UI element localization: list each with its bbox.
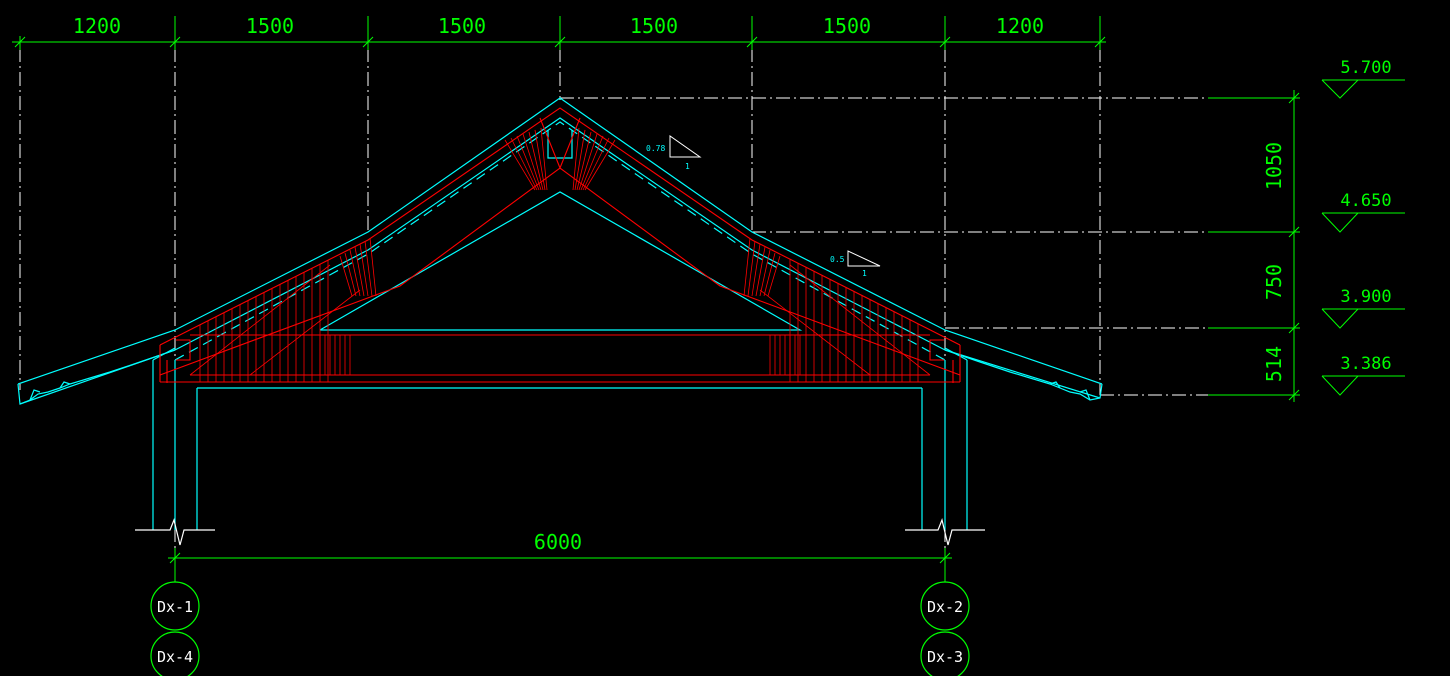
level-4650: 4.650 — [1340, 191, 1391, 211]
grid-label-dx2: Dx-2 — [927, 598, 963, 616]
level-3900: 3.900 — [1340, 287, 1391, 307]
dim-1500-4: 1500 — [823, 14, 871, 38]
grid-label-dx4: Dx-4 — [157, 648, 193, 666]
grid-bubbles — [150, 581, 970, 676]
dim-1200-right: 1200 — [996, 14, 1044, 38]
grid-label-dx3: Dx-3 — [927, 648, 963, 666]
hatch-line — [582, 137, 610, 191]
slope-upper-run: 1 — [685, 162, 690, 171]
dim-1500-1: 1500 — [246, 14, 294, 38]
level-labels: 5.700 4.650 3.900 3.386 — [1340, 58, 1391, 374]
dim-6000: 6000 — [534, 530, 582, 554]
height-1050: 1050 — [1262, 142, 1286, 190]
grid-labels: Dx-1 Dx-4 Dx-2 Dx-3 — [157, 598, 963, 666]
hatch-line — [574, 129, 586, 191]
rafter-hatching — [189, 127, 931, 382]
height-514: 514 — [1262, 346, 1286, 382]
hatch-line — [510, 137, 538, 191]
slope-upper-rise: 0.78 — [646, 144, 665, 153]
height-dimension-labels: 1050 750 514 — [1262, 142, 1286, 382]
hatch-line — [580, 135, 604, 191]
hatch-line — [534, 129, 546, 191]
grid-label-dx1: Dx-1 — [157, 598, 193, 616]
roof-section-drawing: 1200 1500 1500 1500 1500 1200 1050 750 5… — [12, 14, 1405, 676]
height-750: 750 — [1262, 264, 1286, 300]
level-markers — [1321, 79, 1405, 396]
level-3386: 3.386 — [1340, 354, 1391, 374]
dim-1200-left: 1200 — [73, 14, 121, 38]
hatch-line — [516, 135, 540, 191]
hatch-line — [504, 139, 536, 191]
hatch-line — [522, 133, 542, 191]
roof-outline — [17, 97, 1103, 530]
slope-indicator-lower: 0.5 1 — [830, 250, 881, 278]
hatch-line — [578, 133, 598, 191]
dim-1500-2: 1500 — [438, 14, 486, 38]
slope-lower-rise: 0.5 — [830, 255, 845, 264]
slope-lower-run: 1 — [862, 269, 867, 278]
axis-lines — [19, 48, 1290, 560]
height-dimension-line — [1208, 90, 1300, 402]
hatch-line — [528, 131, 544, 191]
slope-indicator-upper: 0.78 1 — [646, 135, 702, 171]
hatch-line — [576, 131, 592, 191]
top-dimension-labels: 1200 1500 1500 1500 1500 1200 — [73, 14, 1044, 38]
level-5700: 5.700 — [1340, 58, 1391, 78]
dim-1500-3: 1500 — [630, 14, 678, 38]
hatch-line — [584, 139, 616, 191]
top-dimension-line — [12, 16, 1106, 50]
